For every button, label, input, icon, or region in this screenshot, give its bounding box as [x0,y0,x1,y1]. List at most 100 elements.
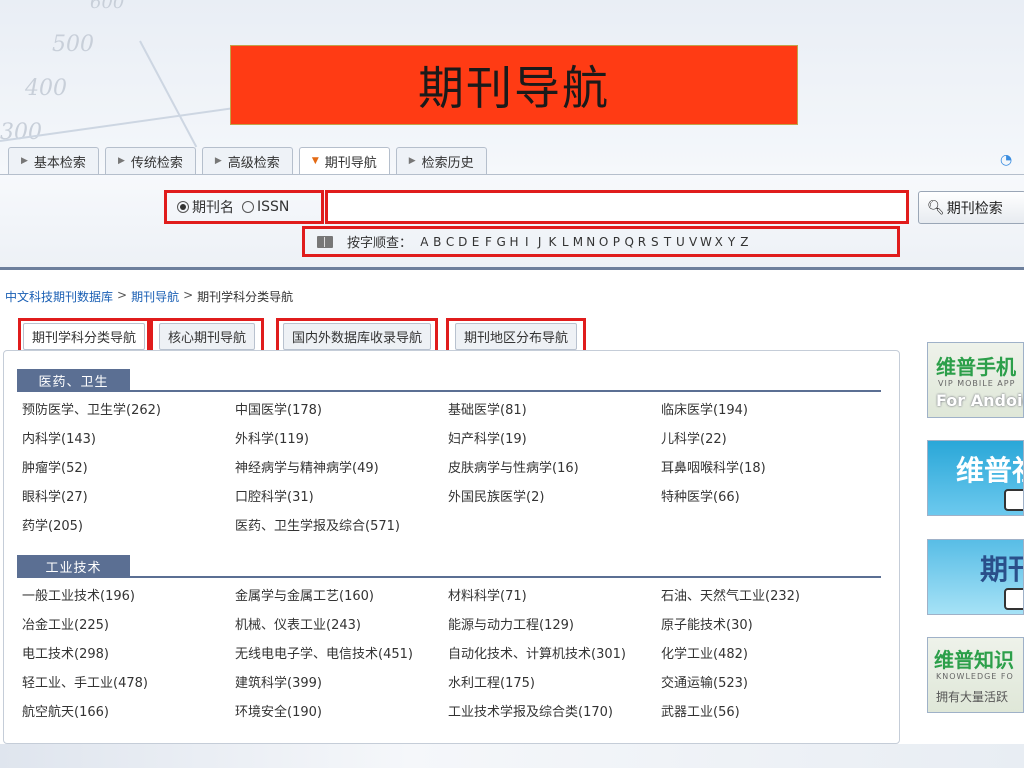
search-field-radio-group: 期刊名 ISSN [164,190,324,224]
alpha-letter-w[interactable]: W [700,235,713,249]
alpha-letter-o[interactable]: O [597,235,610,249]
alpha-letter-l[interactable]: L [559,235,572,249]
section-industrial-tech: 工业技术 一般工业技术(196) 金属学与金属工艺(160) 材料科学(71) 石油、… [4,555,899,727]
category-link[interactable]: 金属学与金属工艺(160) [235,582,448,611]
category-link[interactable]: 武器工业(56) [661,698,874,727]
alpha-letter-x[interactable]: X [712,235,725,249]
category-link[interactable]: 基础医学(81) [448,396,661,425]
category-link[interactable]: 工业技术学报及综合类(170) [448,698,661,727]
bg-number: 600 [90,0,125,13]
alpha-letter-f[interactable]: F [482,235,495,249]
category-link[interactable]: 建筑科学(399) [235,669,448,698]
category-link[interactable]: 口腔科学(31) [235,483,448,512]
tab-journal-navigation[interactable]: ▼ 期刊导航 [298,147,390,174]
triangle-right-icon: ▶ [117,156,125,166]
category-link[interactable]: 交通运输(523) [661,669,874,698]
alpha-letter-j[interactable]: J [533,235,546,249]
category-link[interactable]: 航空航天(166) [22,698,235,727]
category-link[interactable]: 神经病学与精神病学(49) [235,454,448,483]
breadcrumb-separator: > [183,288,194,302]
tab-subject-category[interactable]: 期刊学科分类导航 [18,318,150,354]
category-link[interactable]: 材料科学(71) [448,582,661,611]
alpha-letter-c[interactable]: C [444,235,457,249]
category-link[interactable]: 外国民族医学(2) [448,483,661,512]
category-link[interactable]: 冶金工业(225) [22,611,235,640]
category-link[interactable]: 临床医学(194) [661,396,874,425]
alpha-letter-q[interactable]: Q [623,235,636,249]
search-icon: 🔍︎ [927,199,945,216]
bg-number: 500 [52,32,94,57]
category-link[interactable]: 水利工程(175) [448,669,661,698]
category-link[interactable]: 无线电电子学、电信技术(451) [235,640,448,669]
alpha-letter-m[interactable]: M [572,235,585,249]
book-icon [317,235,333,248]
category-link[interactable]: 机械、仪表工业(243) [235,611,448,640]
category-link[interactable]: 内科学(143) [22,425,235,454]
alpha-letter-s[interactable]: S [648,235,661,249]
category-link[interactable]: 原子能技术(30) [661,611,874,640]
breadcrumb-item-database[interactable]: 中文科技期刊数据库 [5,288,113,305]
category-link[interactable]: 耳鼻咽喉科学(18) [661,454,874,483]
category-link[interactable]: 一般工业技术(196) [22,582,235,611]
ad-vip-mobile-app[interactable]: 维普手机 VIP MOBILE APP For Andoid [927,342,1024,418]
search-panel: 期刊名 ISSN 🔍︎ 期刊检索 按字顺查： ABCDEFGHIJKLMNOPQ… [0,174,1024,270]
alpha-letter-b[interactable]: B [431,235,444,249]
category-link[interactable]: 电工技术(298) [22,640,235,669]
triangle-right-icon: ▶ [214,156,222,166]
category-link[interactable]: 眼科学(27) [22,483,235,512]
alpha-letter-d[interactable]: D [456,235,469,249]
ad-journal[interactable]: 期刊 [927,539,1024,615]
alpha-letters: ABCDEFGHIJKLMNOPQRSTUVWXYZ [418,235,751,249]
tab-database-indexed[interactable]: 国内外数据库收录导航 [276,318,438,354]
category-link[interactable]: 中国医学(178) [235,396,448,425]
section-title: 医药、卫生 [17,369,130,391]
radio-issn[interactable]: ISSN [242,199,289,215]
alpha-letter-g[interactable]: G [495,235,508,249]
radio-journal-name[interactable]: 期刊名 [177,197,234,217]
alpha-letter-a[interactable]: A [418,235,431,249]
alpha-letter-n[interactable]: N [584,235,597,249]
tab-basic-search[interactable]: ▶ 基本检索 [8,147,99,174]
tab-traditional-search[interactable]: ▶ 传统检索 [104,147,196,174]
ad-vip-knowledge[interactable]: 维普知识 KNOWLEDGE FO 拥有大量活跃 [927,637,1024,713]
alpha-letter-r[interactable]: R [636,235,649,249]
ad-vip-community[interactable]: 维普社 [927,440,1024,516]
category-link[interactable]: 环境安全(190) [235,698,448,727]
category-link[interactable]: 肿瘤学(52) [22,454,235,483]
category-link[interactable]: 轻工业、手工业(478) [22,669,235,698]
category-link[interactable]: 能源与动力工程(129) [448,611,661,640]
breadcrumb-item-journal-navigation[interactable]: 期刊导航 [131,288,179,305]
category-link[interactable]: 外科学(119) [235,425,448,454]
alpha-letter-v[interactable]: V [687,235,700,249]
alpha-letter-z[interactable]: Z [738,235,751,249]
alpha-letter-p[interactable]: P [610,235,623,249]
journal-search-button[interactable]: 🔍︎ 期刊检索 [918,191,1024,224]
alpha-letter-y[interactable]: Y [725,235,738,249]
category-link[interactable]: 妇产科学(19) [448,425,661,454]
tab-advanced-search[interactable]: ▶ 高级检索 [201,147,293,174]
category-link[interactable]: 药学(205) [22,512,235,541]
alpha-letter-i[interactable]: I [520,235,533,249]
tab-region-distribution[interactable]: 期刊地区分布导航 [446,318,586,354]
category-link[interactable]: 化学工业(482) [661,640,874,669]
alpha-letter-h[interactable]: H [508,235,521,249]
category-link[interactable]: 预防医学、卫生学(262) [22,396,235,425]
alpha-letter-e[interactable]: E [469,235,482,249]
radio-checked-icon [177,201,189,213]
category-link[interactable]: 自动化技术、计算机技术(301) [448,640,661,669]
category-link[interactable]: 石油、天然气工业(232) [661,582,874,611]
tab-search-history[interactable]: ▶ 检索历史 [395,147,487,174]
alpha-letter-t[interactable]: T [661,235,674,249]
alpha-letter-k[interactable]: K [546,235,559,249]
category-link[interactable]: 特种医学(66) [661,483,874,512]
ad-button [1004,489,1023,511]
section-divider [17,390,881,392]
category-link[interactable]: 皮肤病学与性病学(16) [448,454,661,483]
breadcrumb-item-current: 期刊学科分类导航 [197,290,294,304]
category-link[interactable]: 医药、卫生学报及综合(571) [235,512,448,541]
tab-core-journals[interactable]: 核心期刊导航 [150,318,264,354]
alpha-letter-u[interactable]: U [674,235,687,249]
breadcrumb: 中文科技期刊数据库 > 期刊导航 > 期刊学科分类导航 [5,288,293,305]
category-link[interactable]: 儿科学(22) [661,425,874,454]
journal-search-input[interactable] [325,190,909,224]
